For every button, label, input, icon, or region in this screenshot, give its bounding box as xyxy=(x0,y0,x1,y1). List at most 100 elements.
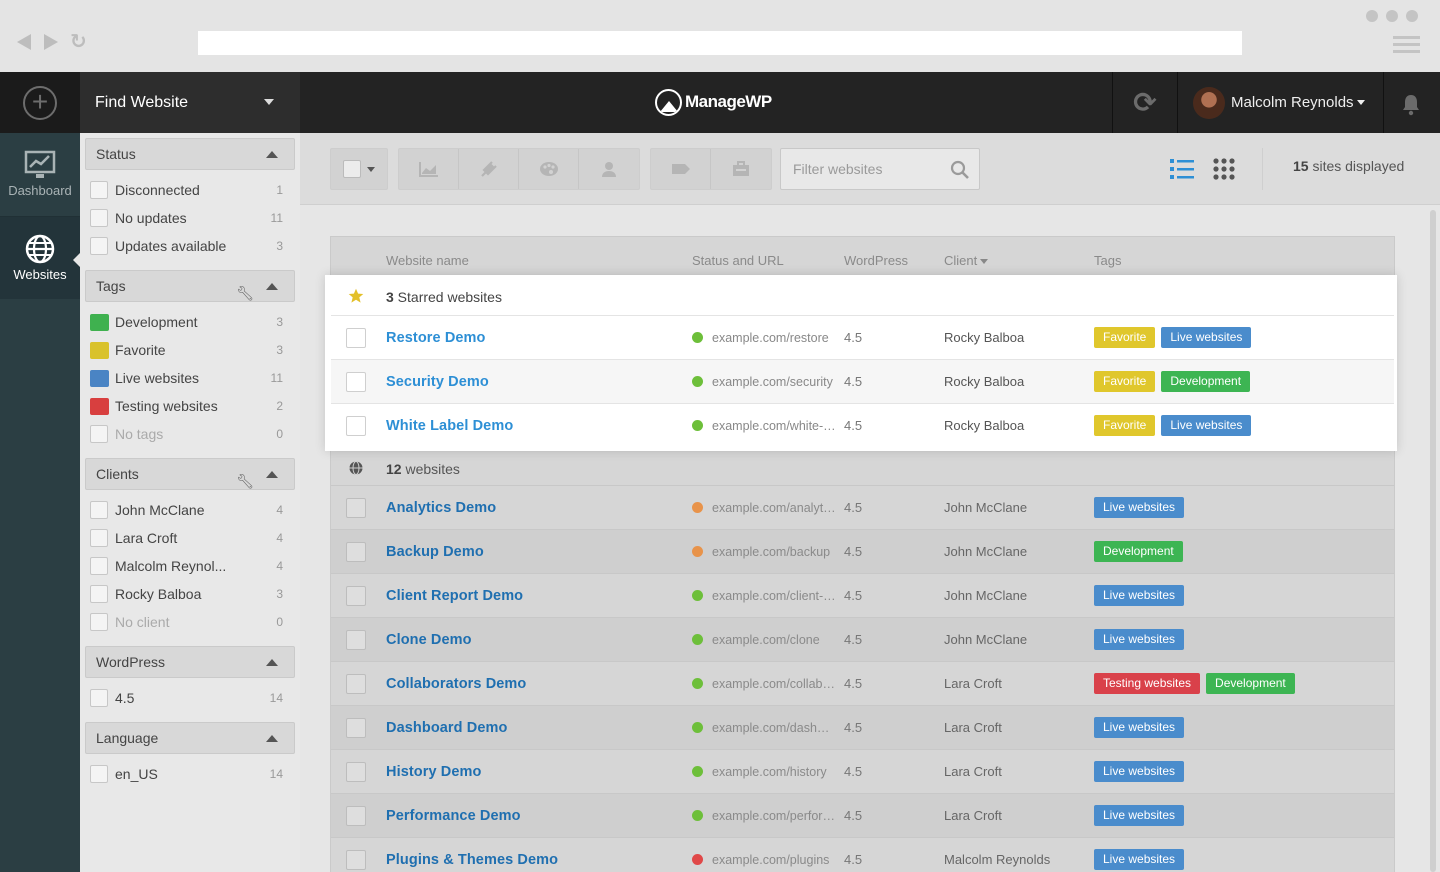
website-name-link[interactable]: Restore Demo xyxy=(386,330,486,346)
website-url-link[interactable]: example.com/clone xyxy=(712,633,836,647)
filter-item[interactable]: No client 0 xyxy=(85,608,295,636)
tag-badge[interactable]: Live websites xyxy=(1094,585,1185,606)
filter-item[interactable]: Malcolm Reynol... 4 xyxy=(85,552,295,580)
website-url-link[interactable]: example.com/security xyxy=(712,375,836,389)
filter-checkbox[interactable] xyxy=(90,765,108,783)
website-url-link[interactable]: example.com/backup xyxy=(712,545,836,559)
row-checkbox[interactable] xyxy=(346,762,366,782)
website-url-link[interactable]: example.com/history xyxy=(712,765,836,779)
browser-menu-icon[interactable] xyxy=(1393,36,1420,53)
wordpress-filter-header[interactable]: WordPress xyxy=(85,646,295,678)
clients-button[interactable] xyxy=(579,149,639,189)
tag-badge[interactable]: Live websites xyxy=(1094,629,1185,650)
website-name-link[interactable]: Client Report Demo xyxy=(386,588,523,604)
filter-item[interactable]: Testing websites 2 xyxy=(85,392,295,420)
website-name-link[interactable]: Collaborators Demo xyxy=(386,676,526,692)
tag-color-swatch[interactable] xyxy=(90,369,109,387)
column-header-tags[interactable]: Tags xyxy=(1094,253,1121,268)
tag-color-swatch[interactable] xyxy=(90,397,109,415)
tag-badge[interactable]: Favorite xyxy=(1094,415,1156,436)
column-header-name[interactable]: Website name xyxy=(386,253,469,268)
nav-dashboard[interactable]: Dashboard xyxy=(0,133,80,216)
row-checkbox[interactable] xyxy=(346,542,366,562)
filter-item[interactable]: John McClane 4 xyxy=(85,496,295,524)
collapse-icon[interactable] xyxy=(266,283,278,290)
tags-filter-header[interactable]: Tags 🔧︎ xyxy=(85,270,295,302)
website-name-link[interactable]: Performance Demo xyxy=(386,808,521,824)
filter-checkbox[interactable] xyxy=(90,237,108,255)
tag-button[interactable] xyxy=(651,149,711,189)
select-all-dropdown[interactable] xyxy=(330,148,388,190)
website-url-link[interactable]: example.com/analytics xyxy=(712,501,836,515)
caret-down-icon[interactable] xyxy=(367,166,375,172)
website-url-link[interactable]: example.com/plugins xyxy=(712,853,836,867)
vertical-scrollbar[interactable] xyxy=(1430,210,1436,872)
website-name-link[interactable]: Clone Demo xyxy=(386,632,472,648)
tag-badge[interactable]: Live websites xyxy=(1161,327,1252,348)
filter-checkbox[interactable] xyxy=(90,181,108,199)
find-website-dropdown[interactable]: Find Website xyxy=(80,72,300,133)
column-header-client[interactable]: Client xyxy=(944,253,989,268)
analytics-button[interactable] xyxy=(399,149,459,189)
row-checkbox[interactable] xyxy=(346,416,366,436)
filter-checkbox[interactable] xyxy=(90,501,108,519)
tag-badge[interactable]: Development xyxy=(1094,541,1183,562)
website-name-link[interactable]: Dashboard Demo xyxy=(386,720,507,736)
tag-badge[interactable]: Live websites xyxy=(1161,415,1252,436)
website-url-link[interactable]: example.com/collaborators xyxy=(712,677,836,691)
filter-item[interactable]: Lara Croft 4 xyxy=(85,524,295,552)
website-name-link[interactable]: History Demo xyxy=(386,764,481,780)
tag-badge[interactable]: Live websites xyxy=(1094,805,1185,826)
filter-item[interactable]: No tags 0 xyxy=(85,420,295,448)
collapse-icon[interactable] xyxy=(266,735,278,742)
tag-badge[interactable]: Testing websites xyxy=(1094,673,1201,694)
website-name-link[interactable]: Security Demo xyxy=(386,374,489,390)
row-checkbox[interactable] xyxy=(346,850,366,870)
filter-item[interactable]: Rocky Balboa 3 xyxy=(85,580,295,608)
row-checkbox[interactable] xyxy=(346,630,366,650)
website-name-link[interactable]: Plugins & Themes Demo xyxy=(386,852,558,868)
back-arrow-icon[interactable] xyxy=(17,34,31,50)
forward-arrow-icon[interactable] xyxy=(44,34,58,50)
row-checkbox[interactable] xyxy=(346,372,366,392)
nav-websites[interactable]: Websites xyxy=(0,216,80,299)
filter-item[interactable]: 4.5 14 xyxy=(85,684,295,712)
row-checkbox[interactable] xyxy=(346,498,366,518)
sync-button[interactable]: ⟳ xyxy=(1112,72,1178,133)
filter-websites-input[interactable] xyxy=(781,149,941,189)
reload-icon[interactable]: ↻ xyxy=(70,32,87,52)
filter-checkbox[interactable] xyxy=(90,689,108,707)
plugins-button[interactable] xyxy=(459,149,519,189)
website-url-link[interactable]: example.com/client-report xyxy=(712,589,836,603)
website-name-link[interactable]: Backup Demo xyxy=(386,544,484,560)
user-menu[interactable]: Malcolm Reynolds xyxy=(1178,72,1384,133)
grid-view-icon[interactable] xyxy=(1212,158,1236,180)
row-checkbox[interactable] xyxy=(346,718,366,738)
tag-badge[interactable]: Development xyxy=(1206,673,1295,694)
row-checkbox[interactable] xyxy=(346,328,366,348)
filter-checkbox[interactable] xyxy=(90,209,108,227)
tag-color-swatch[interactable] xyxy=(90,313,109,331)
tag-badge[interactable]: Live websites xyxy=(1094,717,1185,738)
filter-item[interactable]: Live websites 11 xyxy=(85,364,295,392)
row-checkbox[interactable] xyxy=(346,674,366,694)
tag-badge[interactable]: Favorite xyxy=(1094,327,1156,348)
clients-filter-header[interactable]: Clients 🔧︎ xyxy=(85,458,295,490)
wrench-icon[interactable]: 🔧︎ xyxy=(236,466,254,496)
website-url-link[interactable]: example.com/restore xyxy=(712,331,836,345)
tag-badge[interactable]: Live websites xyxy=(1094,497,1185,518)
filter-item[interactable]: Updates available 3 xyxy=(85,232,295,260)
row-checkbox[interactable] xyxy=(346,586,366,606)
tag-color-swatch[interactable] xyxy=(90,341,109,359)
collapse-icon[interactable] xyxy=(266,471,278,478)
address-bar[interactable] xyxy=(198,31,1242,55)
add-website-button[interactable]: + xyxy=(0,72,80,133)
filter-checkbox[interactable] xyxy=(90,585,108,603)
assign-client-button[interactable] xyxy=(711,149,771,189)
select-all-checkbox[interactable] xyxy=(343,160,361,178)
wrench-icon[interactable]: 🔧︎ xyxy=(236,278,254,308)
collapse-icon[interactable] xyxy=(266,151,278,158)
website-name-link[interactable]: White Label Demo xyxy=(386,418,513,434)
column-header-status[interactable]: Status and URL xyxy=(692,253,784,268)
filter-item[interactable]: Favorite 3 xyxy=(85,336,295,364)
